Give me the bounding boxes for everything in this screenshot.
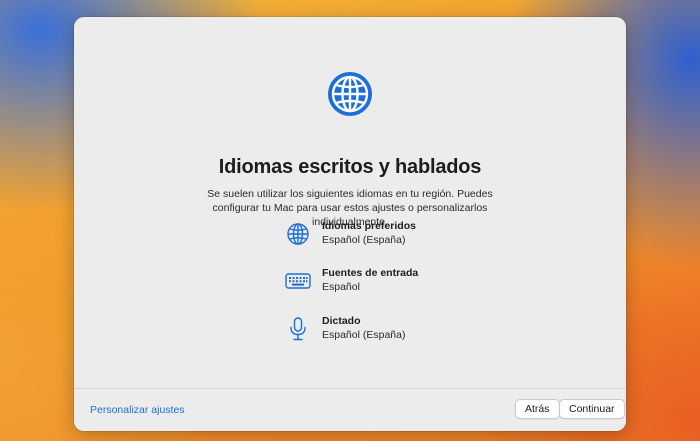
globe-icon <box>287 223 309 245</box>
microphone-icon <box>290 317 306 341</box>
item-value: Español <box>322 281 360 293</box>
list-item-dictation: Dictado Español (España) <box>284 313 544 347</box>
customize-settings-link[interactable]: Personalizar ajustes <box>90 404 185 416</box>
continue-button[interactable]: Continuar <box>559 399 625 419</box>
setup-assistant-window: Idiomas escritos y hablados Se suelen ut… <box>74 17 626 431</box>
page-title: Idiomas escritos y hablados <box>218 156 482 178</box>
globe-icon <box>328 72 372 116</box>
list-item-preferred-languages: Idiomas preferidos Español (España) <box>284 218 544 252</box>
item-name: Idiomas preferidos <box>322 220 416 232</box>
back-button[interactable]: Atrás <box>515 399 560 419</box>
footer-bar: Personalizar ajustes Atrás Continuar <box>74 388 626 431</box>
item-name: Fuentes de entrada <box>322 267 419 279</box>
keyboard-icon <box>285 273 311 289</box>
list-item-input-sources: Fuentes de entrada Español <box>284 265 544 299</box>
item-value: Español (España) <box>322 329 406 341</box>
item-name: Dictado <box>322 315 361 327</box>
item-value: Español (España) <box>322 234 406 246</box>
